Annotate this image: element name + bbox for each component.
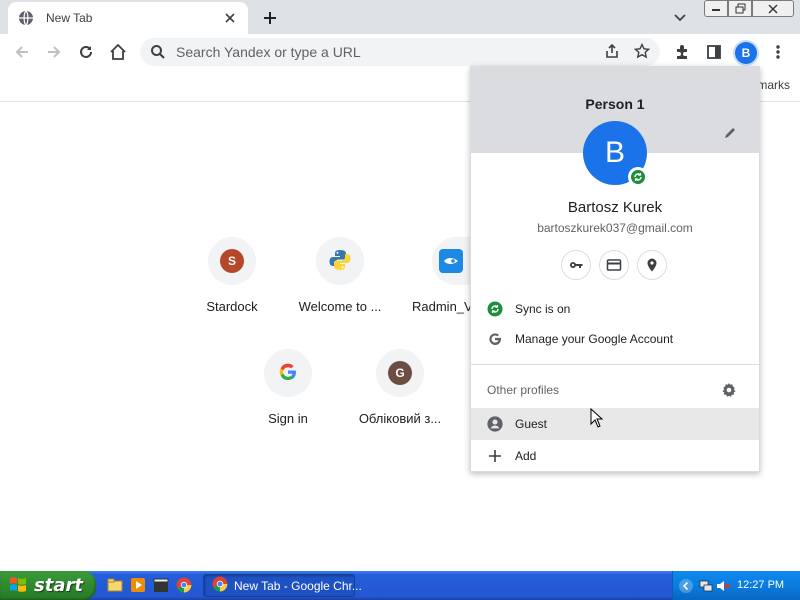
google-g-icon <box>487 331 503 347</box>
python-logo-icon <box>328 248 352 275</box>
guest-person-icon <box>487 416 503 432</box>
chrome-icon[interactable] <box>176 577 192 593</box>
shortcut-tile <box>316 237 364 285</box>
shortcut-label: Sign in <box>268 411 308 426</box>
extensions-puzzle-icon[interactable] <box>670 40 694 64</box>
edit-pencil-icon[interactable] <box>721 124 739 142</box>
shortcut-sign-in[interactable]: Sign in <box>232 349 344 426</box>
system-tray: 12:27 PM <box>672 571 800 600</box>
side-panel-icon[interactable] <box>702 40 726 64</box>
shortcut-label: Обліковий з... <box>358 411 442 426</box>
passwords-key-icon[interactable] <box>561 250 591 280</box>
add-label: Add <box>515 449 537 463</box>
shortcut-stardock[interactable]: S Stardock <box>176 237 288 314</box>
tab-strip: New Tab <box>0 0 800 34</box>
mouse-cursor-icon <box>590 407 604 431</box>
omnibox[interactable]: Search Yandex or type a URL <box>140 38 660 66</box>
reload-icon[interactable] <box>74 40 98 64</box>
minimize-button[interactable] <box>704 0 728 17</box>
home-icon[interactable] <box>106 40 130 64</box>
manage-account-label: Manage your Google Account <box>515 332 674 346</box>
forward-arrow-icon[interactable] <box>42 40 66 64</box>
add-profile-item[interactable]: Add <box>471 440 759 472</box>
toolbar: Search Yandex or type a URL B <box>0 34 800 70</box>
restore-button[interactable] <box>728 0 752 17</box>
stardock-favicon-icon: S <box>220 249 244 273</box>
shortcut-account[interactable]: G Обліковий з... <box>344 349 456 426</box>
shortcut-tile <box>264 349 312 397</box>
clock[interactable]: 12:27 PM <box>737 579 784 591</box>
shortcut-python[interactable]: Welcome to ... <box>284 237 396 314</box>
tab-search-chevron-icon[interactable] <box>670 8 690 28</box>
shortcut-tile: S <box>208 237 256 285</box>
shortcut-label: Welcome to ... <box>298 299 382 314</box>
omnibox-placeholder: Search Yandex or type a URL <box>176 44 361 60</box>
network-icon[interactable] <box>699 579 713 593</box>
profile-menu: Person 1 B Bartosz Kurek bartoszkurek037… <box>470 66 760 472</box>
close-window-button[interactable] <box>752 0 794 17</box>
shortcut-label: Radmin_V <box>412 299 470 314</box>
tray-expand-icon[interactable] <box>679 578 693 593</box>
location-pin-icon[interactable] <box>637 250 667 280</box>
account-favicon-icon: G <box>388 361 412 385</box>
shortcut-tile <box>432 237 470 285</box>
windows-flag-icon <box>8 574 28 597</box>
chrome-icon <box>212 576 228 595</box>
back-arrow-icon[interactable] <box>10 40 34 64</box>
sync-icon <box>487 301 503 317</box>
taskbar-window-label: New Tab - Google Chr... <box>234 578 362 593</box>
new-tab-button[interactable] <box>258 6 282 30</box>
star-icon[interactable] <box>633 42 651 62</box>
taskbar: start New Tab - Google Chr... 12:27 PM <box>0 571 800 600</box>
payment-card-icon[interactable] <box>599 250 629 280</box>
shortcut-tile: G <box>376 349 424 397</box>
sync-is-on-item[interactable]: Sync is on <box>471 293 759 325</box>
share-icon[interactable] <box>604 43 620 62</box>
divider <box>471 364 759 365</box>
profile-name: Bartosz Kurek <box>567 199 663 216</box>
tab-title: New Tab <box>46 11 93 25</box>
taskbar-chrome-window[interactable]: New Tab - Google Chr... <box>203 574 362 597</box>
media-clapper-icon[interactable] <box>153 577 169 593</box>
search-icon <box>150 44 166 60</box>
sync-badge-icon <box>628 167 648 187</box>
start-label: start <box>34 575 83 596</box>
shortcut-radmin[interactable]: Radmin_V <box>404 237 470 314</box>
plus-icon <box>487 448 503 464</box>
tab-new-tab[interactable]: New Tab <box>8 2 248 34</box>
explorer-folder-icon[interactable] <box>107 577 123 593</box>
close-tab-icon[interactable] <box>222 10 238 26</box>
manage-google-account-item[interactable]: Manage your Google Account <box>471 323 759 355</box>
radmin-logo-icon <box>439 249 463 273</box>
media-player-icon[interactable] <box>130 577 146 593</box>
shortcut-label: Stardock <box>206 299 258 314</box>
volume-muted-icon[interactable] <box>716 579 730 593</box>
other-profiles-heading: Other profiles <box>487 383 560 397</box>
globe-icon <box>18 10 34 26</box>
google-g-icon <box>278 362 298 385</box>
sync-label: Sync is on <box>515 302 571 316</box>
profile-avatar-button[interactable]: B <box>735 42 757 64</box>
all-bookmarks-label[interactable]: marks <box>757 78 790 92</box>
profile-title: Person 1 <box>585 96 645 112</box>
guest-profile-item[interactable]: Guest <box>471 408 759 440</box>
start-button[interactable]: start <box>0 571 96 600</box>
profile-email: bartoszkurek037@gmail.com <box>537 221 693 235</box>
guest-label: Guest <box>515 417 548 431</box>
menu-kebab-icon[interactable] <box>766 40 790 64</box>
gear-icon[interactable] <box>721 382 737 398</box>
